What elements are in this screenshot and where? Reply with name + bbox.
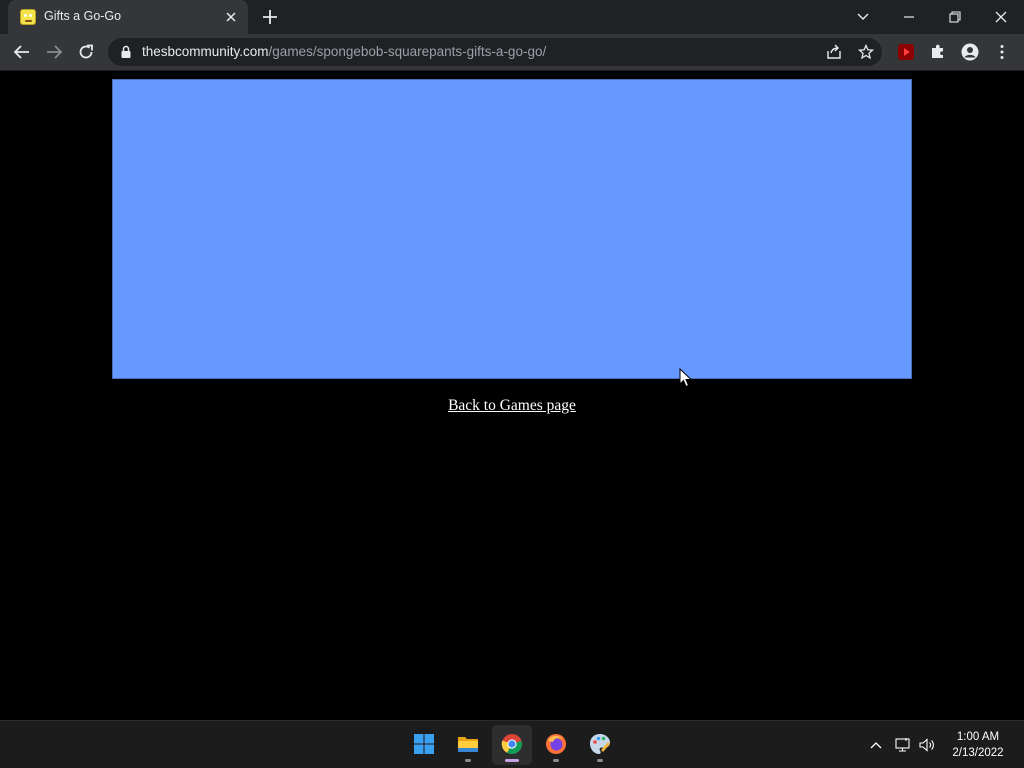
page-viewport: Back to Games page bbox=[0, 71, 1024, 720]
spongebob-favicon-icon bbox=[20, 9, 36, 25]
extension-button[interactable] bbox=[892, 38, 920, 66]
restore-button[interactable] bbox=[932, 0, 978, 34]
windows-start-icon bbox=[414, 734, 434, 754]
chevron-up-icon[interactable] bbox=[868, 737, 884, 753]
taskbar-clock[interactable]: 1:00 AM 2/13/2022 bbox=[944, 729, 1012, 761]
minimize-icon bbox=[904, 16, 914, 18]
browser-toolbar: thesbcommunity.com/games/spongebob-squar… bbox=[0, 34, 1024, 71]
running-indicator bbox=[465, 759, 471, 762]
clock-time: 1:00 AM bbox=[956, 731, 1000, 743]
puzzle-icon bbox=[932, 44, 943, 58]
close-window-button[interactable] bbox=[978, 0, 1024, 34]
paint-icon bbox=[590, 734, 610, 754]
windows-taskbar: 1:00 AM 2/13/2022 bbox=[0, 720, 1024, 768]
url-text: thesbcommunity.com/games/spongebob-squar… bbox=[142, 44, 546, 59]
taskbar-chrome[interactable] bbox=[492, 725, 532, 765]
forward-button[interactable] bbox=[40, 38, 68, 66]
new-tab-button[interactable] bbox=[258, 6, 282, 28]
running-indicator bbox=[597, 759, 603, 762]
chrome-icon bbox=[501, 734, 522, 755]
browser-tab[interactable]: Gifts a Go-Go bbox=[8, 0, 248, 34]
back-button[interactable] bbox=[8, 38, 36, 66]
profile-icon bbox=[961, 43, 979, 61]
reload-icon bbox=[79, 44, 93, 59]
taskbar-firefox[interactable] bbox=[536, 725, 576, 765]
browser-menu-button[interactable] bbox=[988, 38, 1016, 66]
mouse-cursor-icon bbox=[679, 368, 693, 388]
minimize-button[interactable] bbox=[886, 0, 932, 34]
close-icon bbox=[995, 11, 1007, 23]
back-to-games-link[interactable]: Back to Games page bbox=[448, 397, 576, 414]
network-icon[interactable] bbox=[895, 737, 911, 753]
start-button[interactable] bbox=[404, 725, 444, 765]
tab-search-button[interactable] bbox=[840, 0, 886, 34]
close-tab-button[interactable] bbox=[222, 8, 240, 26]
arrow-left-icon bbox=[13, 45, 29, 59]
lock-icon[interactable] bbox=[120, 45, 132, 59]
profile-button[interactable] bbox=[956, 38, 984, 66]
firefox-icon bbox=[546, 734, 566, 754]
clock-date: 2/13/2022 bbox=[952, 747, 1004, 759]
taskbar-file-explorer[interactable] bbox=[448, 725, 488, 765]
plus-icon bbox=[263, 10, 277, 24]
extensions-menu-button[interactable] bbox=[924, 38, 952, 66]
url-host: thesbcommunity.com bbox=[142, 44, 269, 59]
file-explorer-icon bbox=[458, 737, 478, 752]
close-icon bbox=[226, 12, 236, 22]
taskbar-paint[interactable] bbox=[580, 725, 620, 765]
address-bar[interactable]: thesbcommunity.com/games/spongebob-squar… bbox=[108, 38, 882, 66]
arrow-right-icon bbox=[47, 45, 63, 59]
back-link-container: Back to Games page bbox=[0, 397, 1024, 415]
browser-tab-strip: Gifts a Go-Go bbox=[0, 0, 1024, 34]
game-canvas[interactable] bbox=[112, 79, 912, 379]
reload-button[interactable] bbox=[72, 38, 100, 66]
share-icon[interactable] bbox=[826, 44, 842, 60]
star-icon[interactable] bbox=[858, 44, 874, 60]
active-indicator bbox=[505, 759, 519, 762]
running-indicator bbox=[553, 759, 559, 762]
more-vertical-icon bbox=[1000, 45, 1004, 59]
tab-title: Gifts a Go-Go bbox=[44, 9, 122, 23]
volume-icon[interactable] bbox=[919, 737, 935, 753]
restore-icon bbox=[949, 11, 961, 23]
chevron-down-icon bbox=[857, 13, 869, 20]
url-path: /games/spongebob-squarepants-gifts-a-go-… bbox=[268, 44, 547, 59]
video-extension-icon bbox=[898, 44, 914, 60]
